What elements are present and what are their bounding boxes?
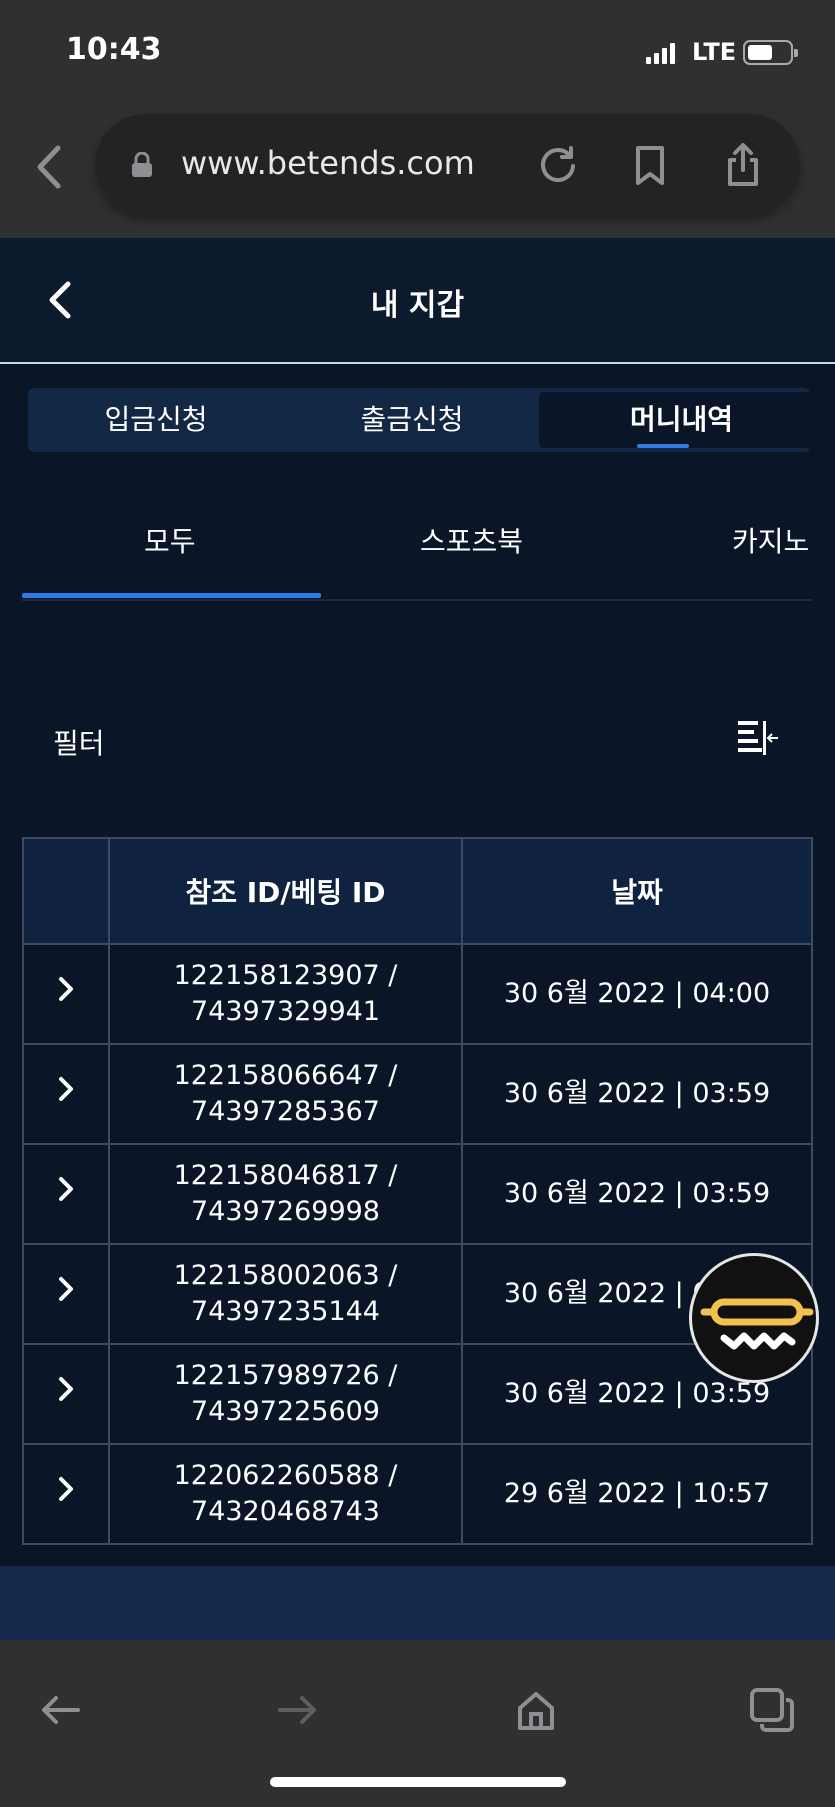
- reload-icon[interactable]: [535, 142, 581, 188]
- reference-id: 122157989726 /: [173, 1360, 398, 1391]
- chat-logo-icon: [700, 1298, 814, 1350]
- expand-row-button[interactable]: [22, 943, 110, 1045]
- chevron-right-icon: [59, 1177, 73, 1201]
- address-bar[interactable]: www.betends.com: [95, 114, 800, 216]
- table-header-row: 참조 ID/베팅 ID 날짜: [22, 837, 813, 945]
- nav-forward-icon[interactable]: [274, 1686, 322, 1734]
- chevron-right-icon: [59, 977, 73, 1001]
- nav-back-icon[interactable]: [36, 1686, 84, 1734]
- browser-back-icon[interactable]: [30, 142, 70, 192]
- subtab-divider: [22, 599, 813, 601]
- home-icon[interactable]: [512, 1686, 560, 1734]
- status-bar: 10:43 LTE: [0, 0, 835, 100]
- reference-id-cell: 122062260588 / 74320468743: [108, 1443, 463, 1545]
- url-text: www.betends.com: [181, 144, 475, 182]
- reference-id: 122158123907 /: [173, 960, 398, 991]
- subtab-casino[interactable]: 카지노: [732, 520, 809, 560]
- filter-label[interactable]: 필터: [53, 722, 105, 762]
- reference-id-cell: 122158066647 / 74397285367: [108, 1043, 463, 1145]
- share-icon[interactable]: [720, 142, 766, 188]
- subtab-active-indicator: [22, 593, 321, 598]
- table-row[interactable]: 122062260588 / 74320468743 29 6월 2022 | 1…: [22, 1443, 813, 1545]
- date-cell: 29 6월 2022 | 10:57: [461, 1443, 813, 1545]
- reference-id: 122062260588 /: [173, 1460, 398, 1491]
- tabs-icon[interactable]: [748, 1686, 796, 1734]
- reference-id-cell: 122157989726 / 74397225609: [108, 1343, 463, 1445]
- tab-money-history[interactable]: 머니내역: [539, 392, 824, 448]
- header-date: 날짜: [461, 837, 813, 945]
- expand-row-button[interactable]: [22, 1343, 110, 1445]
- expand-row-button[interactable]: [22, 1243, 110, 1345]
- expand-row-button[interactable]: [22, 1443, 110, 1545]
- expand-row-button[interactable]: [22, 1143, 110, 1245]
- app-header: 내 지갑: [0, 238, 835, 364]
- chevron-right-icon: [59, 1377, 73, 1401]
- wallet-tabs: 입금신청 출금신청 머니내역: [28, 388, 824, 452]
- reference-id: 122158002063 /: [173, 1260, 398, 1291]
- money-history-table: 참조 ID/베팅 ID 날짜 122158123907 / 74397329941…: [22, 837, 813, 1545]
- table-row[interactable]: 122158066647 / 74397285367 30 6월 2022 | 0…: [22, 1043, 813, 1145]
- bet-id: 74397235144: [191, 1296, 380, 1327]
- status-time: 10:43: [66, 32, 162, 67]
- chevron-right-icon: [59, 1277, 73, 1301]
- table-row[interactable]: 122158123907 / 74397329941 30 6월 2022 | 0…: [22, 943, 813, 1045]
- browser-bottom-toolbar: [0, 1640, 835, 1807]
- subtab-sportsbook[interactable]: 스포츠북: [420, 520, 523, 560]
- bet-id: 74397285367: [191, 1096, 380, 1127]
- date-cell: 30 6월 2022 | 03:59: [461, 1143, 813, 1245]
- chevron-right-icon: [59, 1077, 73, 1101]
- bet-id: 74320468743: [191, 1496, 380, 1527]
- date-cell: 30 6월 2022 | 03:59: [461, 1043, 813, 1145]
- active-tab-indicator: [637, 444, 689, 448]
- table-row[interactable]: 122158046817 / 74397269998 30 6월 2022 | 0…: [22, 1143, 813, 1245]
- date-cell: 30 6월 2022 | 04:00: [461, 943, 813, 1045]
- reference-id: 122158046817 /: [173, 1160, 398, 1191]
- tab-deposit[interactable]: 입금신청: [28, 388, 284, 452]
- bet-id: 74397269998: [191, 1196, 380, 1227]
- header-reference-id: 참조 ID/베팅 ID: [108, 837, 463, 945]
- page-title: 내 지갑: [370, 288, 465, 323]
- tab-withdraw[interactable]: 출금신청: [284, 388, 540, 452]
- bookmark-icon[interactable]: [627, 142, 673, 188]
- network-label: LTE: [692, 38, 737, 66]
- browser-toolbar: www.betends.com: [0, 100, 835, 238]
- subtab-all[interactable]: 모두: [144, 520, 196, 560]
- home-indicator: [270, 1777, 566, 1787]
- bet-id: 74397329941: [191, 996, 380, 1027]
- reference-id: 122158066647 /: [173, 1060, 398, 1091]
- reference-id-cell: 122158123907 / 74397329941: [108, 943, 463, 1045]
- floating-chat-button[interactable]: [689, 1253, 819, 1383]
- lock-icon: [132, 152, 152, 177]
- chevron-right-icon: [59, 1477, 73, 1501]
- reference-id-cell: 122158002063 / 74397235144: [108, 1243, 463, 1345]
- bet-id: 74397225609: [191, 1396, 380, 1427]
- app-footer: [0, 1566, 835, 1640]
- battery-icon: [743, 40, 798, 65]
- expand-row-button[interactable]: [22, 1043, 110, 1145]
- header-expand: [22, 837, 110, 945]
- filter-toggle-icon[interactable]: [736, 718, 780, 758]
- signal-icon: [646, 42, 675, 64]
- reference-id-cell: 122158046817 / 74397269998: [108, 1143, 463, 1245]
